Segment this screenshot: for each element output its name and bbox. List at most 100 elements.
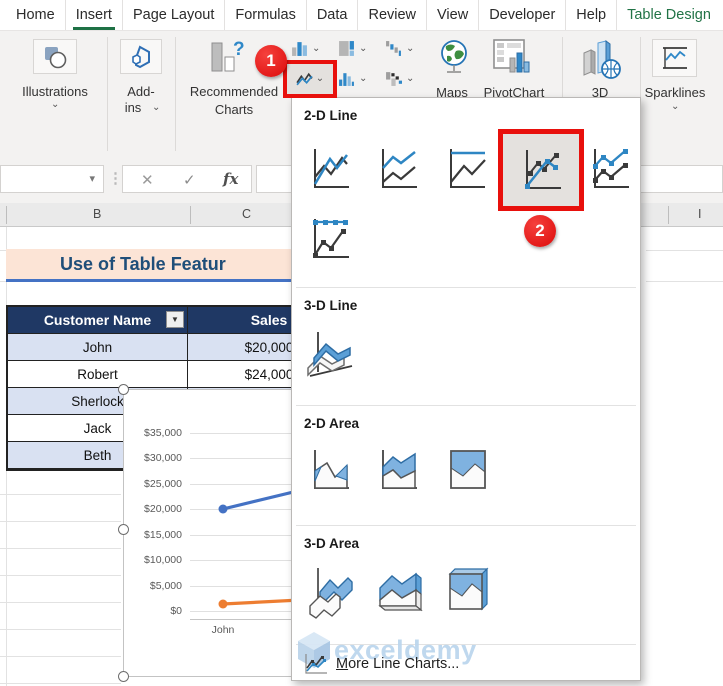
line-chart-dropdown-menu: 2-D Line 3-D Line 2-D Area 3-D Area exce… — [291, 97, 641, 681]
tab-help[interactable]: Help — [566, 0, 618, 30]
menu-item-3d-100-stacked-area[interactable] — [442, 564, 492, 622]
illustrations-button[interactable] — [33, 39, 77, 74]
annotation-step-2: 2 — [524, 215, 556, 247]
recommended-charts-button[interactable]: ? — [206, 37, 258, 79]
menu-separator — [296, 287, 636, 288]
menu-item-100-stacked-area[interactable] — [442, 444, 488, 496]
waterfall-chart-icon — [386, 41, 401, 56]
insert-statistic-chart-button[interactable]: ⌄ — [338, 70, 367, 87]
annotation-step-1: 1 — [255, 45, 287, 77]
formula-buttons: ✕ ✓ fx — [122, 165, 252, 193]
section-title-2d-line: 2-D Line — [304, 108, 358, 123]
insert-column-chart-button[interactable]: ⌄ — [291, 40, 320, 57]
menu-item-100-stacked-line-with-markers[interactable] — [306, 213, 352, 265]
menu-item-3d-line[interactable] — [306, 326, 356, 382]
line-chart-icon — [296, 72, 313, 85]
more-line-charts-icon — [304, 653, 328, 675]
insert-function-icon[interactable]: fx — [223, 172, 238, 187]
pivotchart-button[interactable] — [492, 38, 534, 78]
column-divider — [6, 206, 7, 224]
column-chart-icon — [292, 42, 307, 56]
addins-label-line1: Add- — [127, 84, 155, 99]
more-line-charts-item[interactable]: More Line Charts... — [292, 647, 640, 680]
tab-review[interactable]: Review — [358, 0, 428, 30]
chart-resize-handle[interactable] — [118, 524, 129, 535]
insert-waterfall-chart-button[interactable]: ⌄ — [385, 40, 414, 57]
pivotchart-icon — [493, 39, 530, 73]
recommended-charts-label-line2: Charts — [214, 102, 254, 117]
filter-dropdown-icon[interactable]: ▼ — [166, 311, 184, 328]
group-divider — [175, 37, 176, 151]
column-header-b[interactable]: B — [93, 207, 101, 221]
gridline — [0, 656, 121, 657]
recommended-charts-label-line1: Recommended — [189, 84, 279, 99]
tab-insert[interactable]: Insert — [66, 0, 123, 30]
menu-separator — [296, 525, 636, 526]
chevron-down-icon: ⌄ — [406, 72, 415, 84]
tab-view[interactable]: View — [427, 0, 480, 30]
menu-item-line[interactable] — [306, 143, 352, 195]
table-header-customer-name[interactable]: Customer Name ▼ — [8, 307, 188, 334]
confirm-icon[interactable]: ✓ — [183, 173, 196, 188]
menu-item-3d-stacked-area[interactable] — [374, 564, 424, 622]
insert-combo-chart-button[interactable]: ⌄ — [385, 70, 414, 87]
menu-item-3d-area[interactable] — [306, 564, 356, 622]
histogram-chart-icon — [339, 73, 354, 86]
tab-data[interactable]: Data — [307, 0, 359, 30]
svg-text:?: ? — [233, 39, 245, 60]
data-point-orange-john[interactable] — [218, 599, 228, 609]
gridline — [0, 494, 121, 495]
column-header-i[interactable]: I — [698, 207, 701, 221]
menu-separator — [296, 405, 636, 406]
menu-item-line-with-markers-selected[interactable] — [498, 129, 584, 211]
section-title-2d-area: 2-D Area — [304, 416, 360, 431]
data-point-blue-john[interactable] — [218, 504, 228, 514]
chevron-down-icon: ⌄ — [359, 42, 368, 54]
gridline — [0, 683, 121, 684]
chevron-down-icon: ⌄ — [315, 73, 325, 84]
tab-page-layout[interactable]: Page Layout — [123, 0, 226, 30]
recommended-charts-icon: ? — [211, 39, 245, 72]
sparklines-icon — [662, 47, 687, 69]
gridline — [0, 575, 121, 576]
chevron-down-icon: ⌄ — [51, 99, 60, 110]
maps-globe-icon — [441, 40, 467, 73]
chevron-down-icon: ⌄ — [359, 72, 368, 84]
tab-home[interactable]: Home — [6, 0, 66, 30]
maps-button[interactable] — [438, 39, 470, 75]
name-box-dropdown-icon[interactable]: ▾ — [89, 172, 95, 185]
cell-customer[interactable]: John — [8, 334, 188, 361]
tab-table-design[interactable]: Table Design — [617, 0, 721, 30]
chart-resize-handle[interactable] — [118, 671, 129, 682]
menu-item-stacked-line-with-markers[interactable] — [586, 143, 632, 195]
menu-item-100-stacked-line[interactable] — [442, 143, 488, 195]
sparklines-button[interactable] — [652, 39, 697, 77]
chart-resize-handle[interactable] — [118, 384, 129, 395]
chevron-down-icon: ⌄ — [406, 42, 415, 54]
group-divider — [107, 37, 108, 151]
cancel-icon[interactable]: ✕ — [141, 173, 154, 188]
insert-line-chart-button-highlighted[interactable]: ⌄ — [283, 60, 337, 98]
column-header-c[interactable]: C — [242, 207, 251, 221]
menu-item-stacked-area[interactable] — [374, 444, 420, 496]
insert-hierarchy-chart-button[interactable]: ⌄ — [338, 40, 367, 57]
three-d-map-button[interactable] — [578, 39, 624, 81]
cell-customer[interactable]: Robert — [8, 361, 188, 388]
illustrations-label: Illustrations — [22, 84, 88, 99]
tab-developer[interactable]: Developer — [479, 0, 567, 30]
gridline — [646, 281, 723, 282]
formula-bar-grip-icon[interactable]: ⋮ — [108, 171, 123, 186]
column-divider — [668, 206, 669, 224]
hierarchy-chart-icon — [339, 41, 354, 56]
gridline — [0, 521, 121, 522]
three-d-map-icon — [583, 40, 621, 79]
menu-item-area[interactable] — [306, 444, 352, 496]
gridline — [0, 602, 121, 603]
name-box[interactable]: ▾ — [0, 165, 104, 193]
addins-button[interactable] — [120, 39, 162, 74]
column-divider — [190, 206, 191, 224]
gridline — [646, 250, 723, 251]
menu-item-stacked-line[interactable] — [374, 143, 420, 195]
more-line-charts-label: More Line Charts... — [336, 655, 460, 672]
tab-formulas[interactable]: Formulas — [225, 0, 307, 30]
